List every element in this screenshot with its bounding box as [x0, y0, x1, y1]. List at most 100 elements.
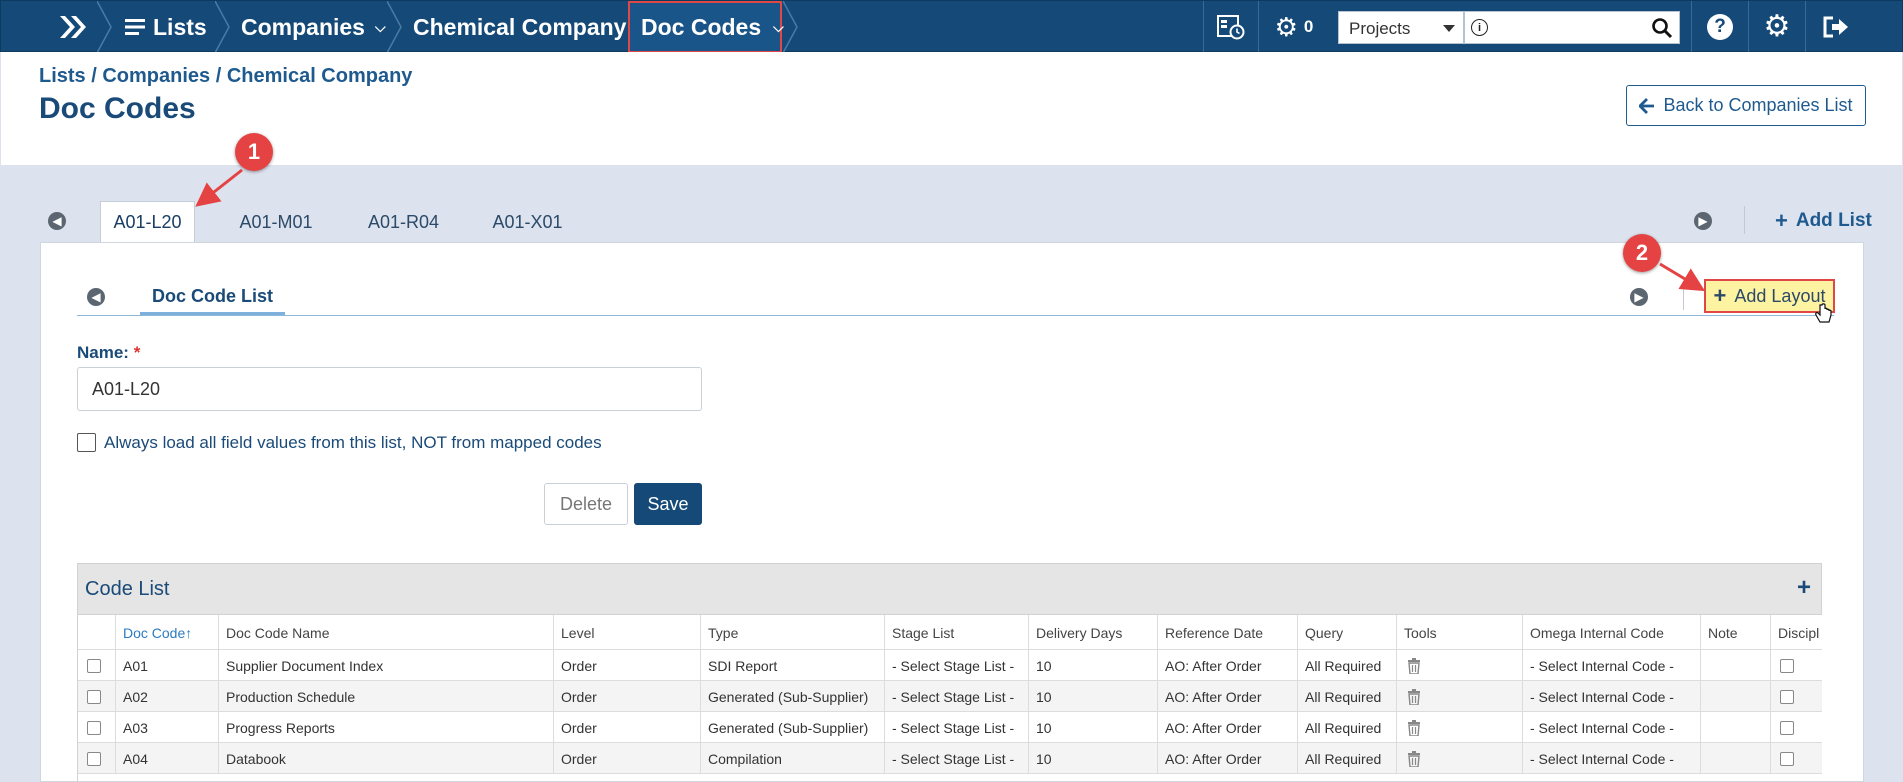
omega-code-select[interactable]: - Select Internal Code - — [1523, 712, 1701, 743]
schedule-icon — [1217, 15, 1245, 40]
project-select[interactable]: Projects — [1338, 11, 1464, 44]
cell-note — [1701, 712, 1771, 743]
code-table: Doc Code ↑ Doc Code Name Level Type Stag… — [77, 615, 1822, 782]
stage-list-select[interactable]: - Select Stage List - — [885, 743, 1029, 774]
table-row[interactable]: A04 Databook Order Compilation - Select … — [78, 743, 1822, 774]
search-input[interactable]: i — [1464, 11, 1680, 44]
row-select[interactable] — [78, 712, 116, 743]
help-button[interactable]: ? — [1692, 1, 1748, 53]
settings-icon: ⚙ — [1763, 10, 1791, 43]
cell-doc-code-name: Supplier Document Index — [219, 650, 554, 681]
column-label: Query — [1305, 624, 1344, 641]
always-load-checkbox[interactable] — [77, 433, 96, 452]
stage-list-select[interactable]: - Select Stage List - — [885, 681, 1029, 712]
code-list-title: Code List — [85, 578, 170, 600]
plus-icon: + — [1775, 208, 1788, 233]
column-type[interactable]: Type — [701, 615, 885, 650]
omega-code-select[interactable]: - Select Internal Code - — [1523, 743, 1701, 774]
cell-tools — [1397, 743, 1523, 774]
search-icon[interactable] — [1651, 17, 1673, 39]
trash-icon[interactable] — [1407, 750, 1421, 767]
column-query[interactable]: Query — [1298, 615, 1397, 650]
home-button[interactable] — [53, 1, 93, 53]
column-label: Doc Code — [123, 624, 186, 641]
omega-code-select[interactable]: - Select Internal Code - — [1523, 681, 1701, 712]
tab-a01-r04[interactable]: A01-R04 — [356, 201, 451, 243]
discipline-checkbox[interactable] — [1780, 751, 1794, 766]
nav-lists[interactable]: Lists — [125, 1, 207, 53]
column-label: Stage List — [892, 624, 955, 641]
nav-doc-codes[interactable]: Doc Codes ⌵ — [641, 1, 784, 53]
column-doc-code-name[interactable]: Doc Code Name — [219, 615, 554, 650]
discipline-checkbox[interactable] — [1780, 658, 1794, 673]
back-to-companies-button[interactable]: Back to Companies List — [1626, 85, 1866, 126]
tabs-prev-button[interactable]: ◀ — [48, 212, 66, 230]
table-row[interactable]: A02 Production Schedule Order Generated … — [78, 681, 1822, 712]
schedule-button[interactable] — [1204, 1, 1258, 53]
tabs-next-button[interactable]: ▶ — [1694, 212, 1712, 230]
column-delivery-days[interactable]: Delivery Days — [1029, 615, 1158, 650]
column-doc-code[interactable]: Doc Code ↑ — [116, 615, 219, 650]
column-label: Note — [1708, 624, 1738, 641]
arrow-left-icon — [1639, 97, 1655, 114]
row-checkbox[interactable] — [87, 689, 101, 704]
row-select[interactable] — [78, 650, 116, 681]
name-label: Name: * — [77, 343, 140, 363]
column-omega-internal-code[interactable]: Omega Internal Code — [1523, 615, 1701, 650]
page-title: Doc Codes — [39, 92, 196, 125]
jobs-count: 0 — [1303, 17, 1314, 36]
page-header: Lists / Companies / Chemical Company Doc… — [1, 52, 1902, 165]
row-checkbox[interactable] — [87, 720, 101, 735]
divider — [1683, 282, 1684, 310]
table-row[interactable]: A03 Progress Reports Order Generated (Su… — [78, 712, 1822, 743]
back-button-label: Back to Companies List — [1663, 95, 1853, 115]
layout-next-button[interactable]: ▶ — [1630, 288, 1648, 306]
row-select[interactable] — [78, 681, 116, 712]
add-list-button[interactable]: + Add List — [1775, 208, 1872, 234]
plus-icon: + — [1796, 574, 1811, 601]
add-code-button[interactable]: + — [1797, 574, 1811, 602]
tab-a01-l20[interactable]: A01-L20 — [100, 201, 195, 243]
column-tools[interactable]: Tools — [1397, 615, 1523, 650]
row-select[interactable] — [78, 743, 116, 774]
tab-a01-x01[interactable]: A01-X01 — [480, 201, 575, 243]
discipline-checkbox[interactable] — [1780, 689, 1794, 704]
trash-icon[interactable] — [1407, 688, 1421, 705]
circle-arrow-right-icon: ▶ — [1698, 214, 1708, 228]
help-icon: ? — [1707, 14, 1733, 40]
tab-doc-code-list[interactable]: Doc Code List — [140, 280, 285, 316]
column-level[interactable]: Level — [554, 615, 701, 650]
plus-icon: + — [1713, 283, 1727, 308]
cell-type: Compilation — [701, 743, 885, 774]
row-checkbox[interactable] — [87, 751, 101, 766]
column-stage-list[interactable]: Stage List — [885, 615, 1029, 650]
crumb-separator — [783, 1, 801, 53]
save-button[interactable]: Save — [634, 483, 702, 525]
name-field[interactable] — [77, 367, 702, 411]
divider — [1744, 206, 1745, 234]
column-reference-date[interactable]: Reference Date — [1158, 615, 1298, 650]
info-icon: i — [1471, 19, 1488, 36]
required-marker: * — [133, 343, 141, 362]
table-row[interactable]: A01 Supplier Document Index Order SDI Re… — [78, 650, 1822, 681]
column-note[interactable]: Note — [1701, 615, 1771, 650]
nav-company[interactable]: Chemical Company — [413, 1, 626, 53]
omega-code-select[interactable]: - Select Internal Code - — [1523, 650, 1701, 681]
tab-a01-m01[interactable]: A01-M01 — [226, 201, 326, 243]
delete-button[interactable]: Delete — [544, 483, 628, 525]
stage-list-select[interactable]: - Select Stage List - — [885, 650, 1029, 681]
column-discipline[interactable]: Discipl — [1771, 615, 1822, 650]
tab-label: A01-R04 — [367, 211, 440, 232]
trash-icon[interactable] — [1407, 719, 1421, 736]
settings-button[interactable]: ⚙ — [1749, 1, 1805, 53]
sort-arrow-icon: ↑ — [185, 624, 193, 641]
stage-list-select[interactable]: - Select Stage List - — [885, 712, 1029, 743]
layout-prev-button[interactable]: ◀ — [87, 288, 105, 306]
discipline-checkbox[interactable] — [1780, 720, 1794, 735]
nav-companies[interactable]: Companies ⌵ — [241, 1, 386, 53]
trash-icon[interactable] — [1407, 657, 1421, 674]
breadcrumb[interactable]: Lists / Companies / Chemical Company — [39, 65, 412, 88]
logout-button[interactable] — [1806, 1, 1866, 53]
row-checkbox[interactable] — [87, 658, 101, 673]
jobs-button[interactable]: ⚙ 0 — [1259, 1, 1329, 53]
